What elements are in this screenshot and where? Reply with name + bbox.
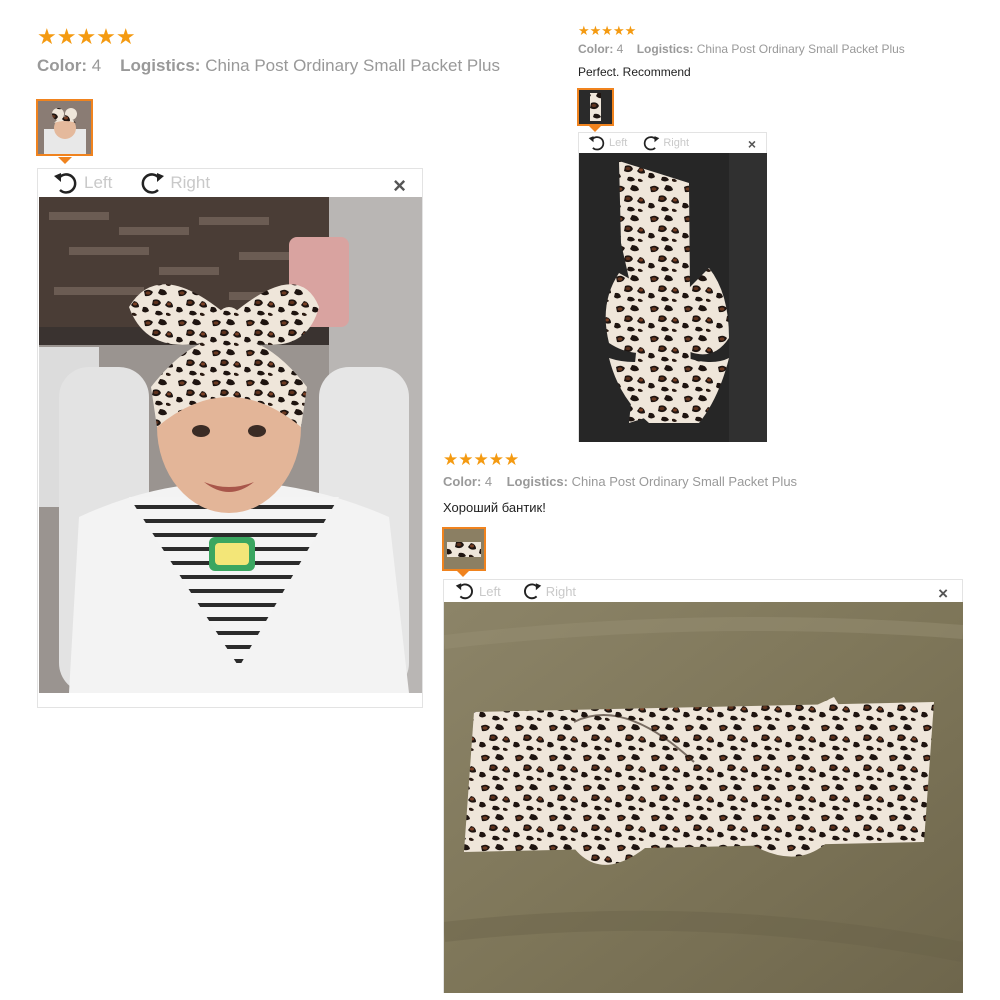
rating-stars: ★★★★★ — [578, 23, 637, 38]
review-3: ★★★★★ Color: 4 Logistics: China Post Ord… — [443, 451, 797, 515]
review-1: ★★★★★ Color: 4 Logistics: China Post Ord… — [37, 26, 500, 76]
color-label: Color: — [578, 42, 614, 56]
color-label: Color: — [37, 56, 88, 75]
review-photo-baby[interactable] — [39, 197, 422, 693]
image-viewer: Left Right × — [578, 132, 767, 442]
rating-stars: ★★★★★ — [37, 24, 136, 49]
rotate-right-label: Right — [545, 583, 577, 599]
rotate-right-button[interactable]: Right — [521, 581, 576, 601]
rotate-right-label: Right — [663, 137, 690, 149]
viewer-toolbar: Left Right — [38, 169, 422, 197]
rotate-left-label: Left — [479, 583, 501, 599]
rotate-left-label: Left — [609, 137, 628, 149]
rotate-right-button[interactable]: Right — [641, 134, 689, 152]
review-photo-headband-1[interactable] — [579, 153, 767, 442]
logistics-label: Logistics: — [506, 474, 568, 489]
rotate-left-button[interactable]: Left — [52, 170, 112, 196]
logistics-label: Logistics: — [636, 42, 694, 56]
color-value: 4 — [616, 42, 624, 56]
rotate-right-icon — [141, 173, 165, 194]
rotate-right-button[interactable]: Right — [138, 170, 210, 196]
close-icon[interactable]: × — [393, 175, 406, 197]
rating-stars: ★★★★★ — [443, 450, 520, 469]
logistics-label: Logistics: — [120, 56, 201, 75]
review-meta: Color: 4 Logistics: China Post Ordinary … — [578, 42, 905, 56]
viewer-toolbar: Left Right — [444, 580, 962, 602]
image-viewer: Left Right × — [37, 168, 423, 708]
rotate-left-button[interactable]: Left — [454, 581, 501, 601]
rotate-left-icon — [588, 136, 605, 151]
review-meta: Color: 4 Logistics: China Post Ordinary … — [443, 474, 797, 489]
rotate-left-label: Left — [84, 173, 113, 192]
thumbnail-pointer — [58, 157, 72, 164]
color-label: Color: — [443, 474, 482, 489]
thumbnail-pointer — [457, 571, 469, 577]
viewer-toolbar: Left Right — [579, 133, 766, 153]
rotate-right-icon — [523, 583, 541, 600]
close-icon[interactable]: × — [748, 137, 756, 151]
review-comment: Хороший бантик! — [443, 500, 546, 515]
review-meta: Color: 4 Logistics: China Post Ordinary … — [37, 56, 500, 76]
review-2: ★★★★★ Color: 4 Logistics: China Post Ord… — [578, 24, 905, 79]
rotate-left-icon — [455, 583, 473, 600]
rotate-right-icon — [644, 136, 660, 151]
photo-thumbnail[interactable] — [577, 88, 614, 126]
color-value: 4 — [484, 474, 493, 489]
color-value: 4 — [91, 56, 102, 75]
rotate-left-button[interactable]: Left — [587, 134, 627, 152]
review-comment: Perfect. Recommend — [578, 65, 691, 79]
close-icon[interactable]: × — [938, 585, 948, 602]
photo-thumbnail[interactable] — [442, 527, 486, 571]
review-photo-headband-2[interactable] — [444, 602, 963, 993]
logistics-value: China Post Ordinary Small Packet Plus — [571, 474, 798, 489]
rotate-left-icon — [54, 173, 77, 194]
logistics-value: China Post Ordinary Small Packet Plus — [205, 56, 500, 75]
logistics-value: China Post Ordinary Small Packet Plus — [696, 42, 905, 56]
image-viewer: Left Right × — [443, 579, 963, 993]
rotate-right-label: Right — [170, 173, 211, 192]
photo-thumbnail[interactable] — [36, 99, 93, 156]
